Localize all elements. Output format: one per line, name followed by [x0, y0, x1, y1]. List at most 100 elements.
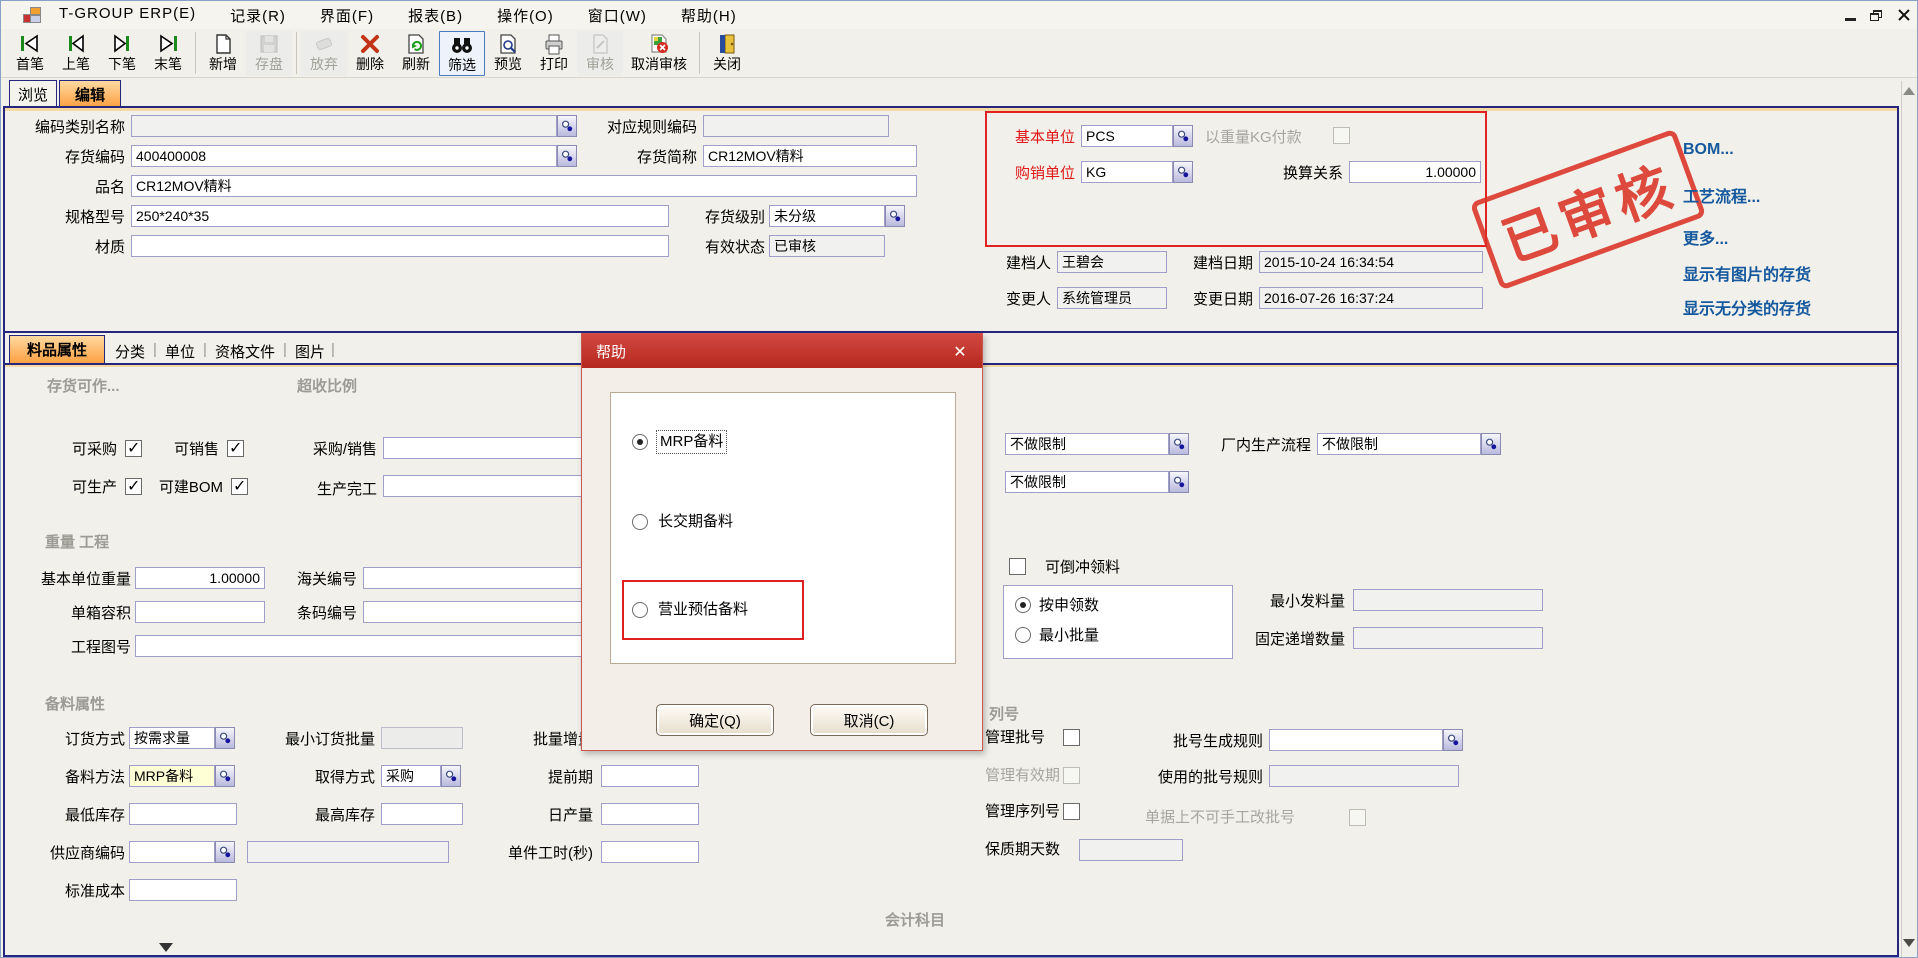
- batch-rule-lookup-button[interactable]: [1443, 729, 1463, 751]
- long-leadtime-prep-radio[interactable]: [632, 514, 648, 530]
- conversion-field[interactable]: 1.00000: [1349, 161, 1481, 183]
- help-dialog-titlebar[interactable]: 帮助: [582, 334, 982, 368]
- refresh-button[interactable]: 刷新: [393, 31, 439, 76]
- acquire-mode-field[interactable]: 采购: [381, 765, 441, 787]
- purchase-unit-lookup-button[interactable]: [1173, 161, 1193, 183]
- subtab-images[interactable]: 图片: [295, 341, 325, 362]
- print-button[interactable]: 打印: [531, 31, 577, 76]
- order-mode-lookup-button[interactable]: [215, 727, 235, 749]
- prep-method-field[interactable]: MRP备料: [129, 765, 215, 787]
- prep-method-lookup-button[interactable]: [215, 765, 235, 787]
- mrp-prep-radio[interactable]: [632, 434, 648, 450]
- customs-code-field[interactable]: [363, 567, 593, 589]
- menu-item-window[interactable]: 窗口(W): [588, 5, 647, 26]
- help-dialog-close-button[interactable]: ✕: [950, 342, 970, 362]
- restriction-2-lookup-button[interactable]: [1169, 471, 1189, 493]
- close-window-button[interactable]: [1893, 6, 1915, 24]
- factory-flow-field[interactable]: 不做限制: [1317, 433, 1481, 455]
- first-record-button[interactable]: 首笔: [7, 31, 53, 76]
- by-apply-qty-radio[interactable]: [1015, 597, 1031, 613]
- restriction-field-1[interactable]: 不做限制: [1005, 433, 1169, 455]
- purchasable-checkbox[interactable]: [125, 440, 142, 457]
- menu-item-record[interactable]: 记录(R): [230, 5, 286, 26]
- code-category-field[interactable]: [131, 115, 557, 137]
- more-link[interactable]: 更多...: [1683, 225, 1728, 249]
- spec-field[interactable]: 250*240*35: [131, 205, 669, 227]
- code-category-lookup-button[interactable]: [557, 115, 577, 137]
- barcode-field[interactable]: [363, 601, 593, 623]
- prev-record-button[interactable]: 上笔: [53, 31, 99, 76]
- menu-item-interface[interactable]: 界面(F): [320, 5, 374, 26]
- producible-checkbox[interactable]: [125, 478, 142, 495]
- menu-item-operate[interactable]: 操作(O): [497, 5, 554, 26]
- preview-button[interactable]: 预览: [485, 31, 531, 76]
- restriction-field-2[interactable]: 不做限制: [1005, 471, 1169, 493]
- bom-allowed-checkbox[interactable]: [231, 478, 248, 495]
- supplier-code-lookup-button[interactable]: [215, 841, 235, 863]
- std-cost-field[interactable]: [129, 879, 237, 901]
- base-unit-weight-field[interactable]: 1.00000: [135, 567, 265, 589]
- show-unclassified-items-link[interactable]: 显示无分类的存货: [1683, 295, 1811, 319]
- manage-batch-checkbox[interactable]: [1063, 729, 1080, 746]
- show-items-with-images-link[interactable]: 显示有图片的存货: [1683, 261, 1811, 285]
- close-button[interactable]: 关闭: [704, 31, 750, 76]
- long-leadtime-prep-label[interactable]: 长交期备料: [658, 511, 733, 533]
- last-record-button[interactable]: 末笔: [145, 31, 191, 76]
- mrp-prep-label[interactable]: MRP备料: [656, 430, 727, 454]
- restore-button[interactable]: [1865, 6, 1887, 24]
- min-stock-field[interactable]: [129, 803, 237, 825]
- lead-time-field[interactable]: [601, 765, 699, 787]
- filter-button[interactable]: 筛选: [439, 31, 485, 76]
- subtab-unit[interactable]: 单位: [165, 341, 195, 362]
- item-code-field[interactable]: 400400008: [131, 145, 557, 167]
- purchase-unit-field[interactable]: KG: [1081, 161, 1173, 183]
- base-unit-field[interactable]: PCS: [1081, 125, 1173, 147]
- menu-item-report[interactable]: 报表(B): [408, 5, 463, 26]
- subtab-category[interactable]: 分类: [115, 341, 145, 362]
- tab-edit[interactable]: 编辑: [59, 80, 121, 107]
- delete-button[interactable]: 删除: [347, 31, 393, 76]
- new-button[interactable]: 新增: [200, 31, 246, 76]
- factory-flow-lookup-button[interactable]: [1481, 433, 1501, 455]
- min-issue-qty-field[interactable]: [1353, 589, 1543, 611]
- next-record-button[interactable]: 下笔: [99, 31, 145, 76]
- product-name-field[interactable]: CR12MOV精料: [131, 175, 917, 197]
- cancel-audit-button[interactable]: 取消审核: [623, 31, 695, 76]
- over-receipt-ps-field[interactable]: [383, 437, 593, 459]
- rule-code-field[interactable]: [703, 115, 889, 137]
- production-finish-field[interactable]: [383, 475, 593, 497]
- order-mode-field[interactable]: 按需求量: [129, 727, 215, 749]
- scroll-up-button[interactable]: [1903, 87, 1916, 100]
- process-flow-link[interactable]: 工艺流程...: [1683, 183, 1760, 207]
- level-lookup-button[interactable]: [885, 205, 905, 227]
- item-code-lookup-button[interactable]: [557, 145, 577, 167]
- backflush-checkbox[interactable]: [1009, 558, 1026, 575]
- minimize-button[interactable]: [1839, 6, 1861, 24]
- batch-rule-field[interactable]: [1269, 729, 1443, 751]
- material-field[interactable]: [131, 235, 669, 257]
- restriction-1-lookup-button[interactable]: [1169, 433, 1189, 455]
- min-batch-radio[interactable]: [1015, 627, 1031, 643]
- subtab-item-attributes[interactable]: 料品属性: [9, 335, 105, 363]
- acquire-mode-lookup-button[interactable]: [441, 765, 461, 787]
- scroll-down-button[interactable]: [1903, 939, 1916, 952]
- daily-output-field[interactable]: [601, 803, 699, 825]
- menu-item-help[interactable]: 帮助(H): [681, 5, 737, 26]
- base-unit-lookup-button[interactable]: [1173, 125, 1193, 147]
- fixed-increment-field[interactable]: [1353, 627, 1543, 649]
- bom-link[interactable]: BOM...: [1683, 141, 1734, 159]
- unit-hours-field[interactable]: [601, 841, 699, 863]
- level-field[interactable]: 未分级: [769, 205, 885, 227]
- box-volume-field[interactable]: [135, 601, 265, 623]
- shelf-days-field[interactable]: [1079, 839, 1183, 861]
- sellable-checkbox[interactable]: [227, 440, 244, 457]
- subtab-qualification-files[interactable]: 资格文件: [215, 341, 275, 362]
- tab-browse[interactable]: 浏览: [9, 80, 57, 107]
- max-stock-field[interactable]: [381, 803, 463, 825]
- drawing-no-field[interactable]: [135, 635, 593, 657]
- supplier-code-field[interactable]: [129, 841, 215, 863]
- menu-item-app[interactable]: T-GROUP ERP(E): [59, 5, 196, 26]
- item-abbr-field[interactable]: CR12MOV精料: [703, 145, 917, 167]
- cancel-button[interactable]: 取消(C): [810, 704, 928, 736]
- vertical-scrollbar[interactable]: [1901, 81, 1918, 958]
